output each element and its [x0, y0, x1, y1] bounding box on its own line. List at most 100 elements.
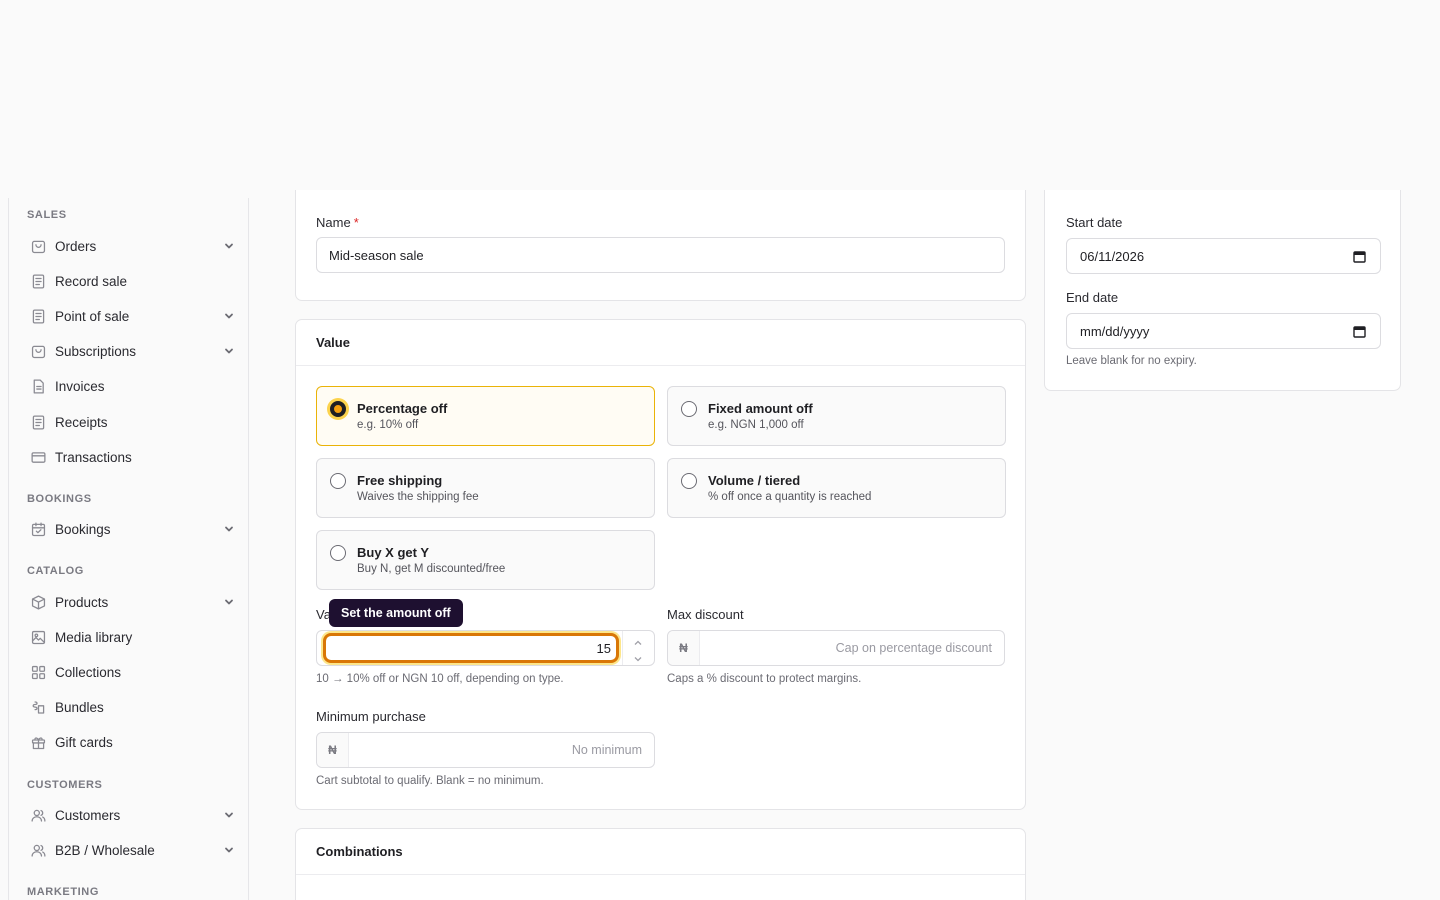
max-discount-input[interactable]: ₦ Cap on percentage discount	[667, 630, 1005, 666]
option-buy-x-get-y[interactable]: Buy X get Y Buy N, get M discounted/free	[316, 530, 655, 590]
sidebar-item-label: Bookings	[55, 521, 111, 537]
stepper-up-icon[interactable]	[633, 635, 643, 645]
option-title: Buy X get Y	[357, 545, 430, 560]
required-marker: *	[353, 215, 359, 230]
sidebar-item-label: Gift cards	[55, 734, 113, 750]
option-percentage-off[interactable]: Percentage off e.g. 10% off	[316, 386, 655, 446]
sidebar-item-media-library[interactable]: Media library	[23, 622, 237, 652]
option-subtitle: e.g. 10% off	[357, 419, 419, 431]
sidebar-item-label: Bundles	[55, 699, 104, 715]
value-card-header: Value	[296, 320, 1025, 366]
sidebar-item-label: Media library	[55, 629, 133, 645]
sidebar-item-bookings[interactable]: Bookings	[23, 514, 237, 544]
option-title: Fixed amount off	[708, 401, 813, 416]
option-title: Percentage off	[357, 401, 448, 416]
option-title: Free shipping	[357, 473, 443, 488]
combinations-card-title: Combinations	[316, 844, 403, 859]
name-label-text: Name	[316, 215, 351, 230]
option-title: Volume / tiered	[708, 473, 801, 488]
box-icon	[28, 592, 48, 612]
option-volume-tiered[interactable]: Volume / tiered % off once a quantity is…	[667, 458, 1006, 518]
name-input[interactable]	[316, 237, 1005, 273]
option-subtitle: Waives the shipping fee	[357, 491, 479, 503]
value-stepper[interactable]	[622, 631, 654, 665]
calendar-icon	[28, 519, 48, 539]
nav-section-marketing: MARKETING	[27, 886, 100, 898]
details-card: Name *	[295, 190, 1026, 301]
combinations-card-header: Combinations	[296, 829, 1025, 875]
sidebar-item-b2b-wholesale[interactable]: B2B / Wholesale	[23, 835, 237, 865]
value-input-focus-ring[interactable]: 15	[323, 633, 619, 663]
calendar-icon[interactable]	[1353, 250, 1366, 263]
chevron-down-icon[interactable]	[221, 807, 237, 823]
max-discount-placeholder: Cap on percentage discount	[835, 641, 992, 655]
minimum-purchase-input[interactable]: ₦ No minimum	[316, 732, 655, 768]
sidebar-item-label: Collections	[55, 664, 122, 680]
sidebar-item-collections[interactable]: Collections	[23, 657, 237, 687]
chevron-down-icon[interactable]	[221, 343, 237, 359]
calendar-icon[interactable]	[1353, 325, 1366, 338]
radio-button[interactable]	[681, 473, 697, 489]
radio-button[interactable]	[681, 401, 697, 417]
max-discount-label: Max discount	[667, 607, 744, 622]
nav-section-bookings: BOOKINGS	[27, 493, 92, 505]
chevron-down-icon[interactable]	[221, 238, 237, 254]
receipt-icon	[28, 412, 48, 432]
chevron-down-icon[interactable]	[221, 594, 237, 610]
chevron-down-icon[interactable]	[221, 521, 237, 537]
radio-button[interactable]	[330, 545, 346, 561]
sidebar-item-products[interactable]: Products	[23, 587, 237, 617]
value-help-text: 10 → 10% off or NGN 10 off, depending on…	[316, 673, 564, 685]
sidebar-item-label: Transactions	[55, 449, 132, 465]
minimum-purchase-help-text: Cart subtotal to qualify. Blank = no min…	[316, 775, 544, 787]
sidebar-item-receipts[interactable]: Receipts	[23, 407, 237, 437]
sidebar-item-label: Invoices	[55, 378, 105, 394]
sidebar-item-customers[interactable]: Customers	[23, 800, 237, 830]
option-fixed-amount-off[interactable]: Fixed amount off e.g. NGN 1,000 off	[667, 386, 1006, 446]
value-number-input[interactable]: 15	[316, 630, 655, 666]
sidebar-item-label: Record sale	[55, 273, 128, 289]
schedule-card: Start date 06/11/2026 End date mm/dd/yyy…	[1044, 190, 1401, 391]
sidebar-item-orders[interactable]: Orders	[23, 231, 237, 261]
receipt-icon	[28, 306, 48, 326]
sidebar-item-transactions[interactable]: Transactions	[23, 442, 237, 472]
chevron-down-icon[interactable]	[221, 842, 237, 858]
start-date-input[interactable]: 06/11/2026	[1066, 238, 1381, 274]
value-card-title: Value	[316, 335, 350, 350]
naira-prefix: ₦	[668, 631, 700, 665]
stepper-down-icon[interactable]	[633, 651, 643, 662]
gift-icon	[28, 732, 48, 752]
sidebar-item-invoices[interactable]: Invoices	[23, 371, 237, 401]
end-date-input[interactable]: mm/dd/yyyy	[1066, 313, 1381, 349]
start-date-value: 06/11/2026	[1080, 248, 1145, 264]
nav-section-catalog: CATALOG	[27, 565, 84, 577]
radio-button[interactable]	[330, 473, 346, 489]
sidebar-item-label: Subscriptions	[55, 343, 137, 359]
credit-card-icon	[28, 447, 48, 467]
bag-icon	[28, 236, 48, 256]
chevron-down-icon[interactable]	[221, 308, 237, 324]
sidebar-item-bundles[interactable]: Bundles	[23, 692, 237, 722]
sidebar-item-gift-cards[interactable]: Gift cards	[23, 727, 237, 757]
sidebar-item-label: Orders	[55, 238, 97, 254]
nav-section-sales: SALES	[27, 209, 67, 221]
minimum-purchase-placeholder: No minimum	[571, 743, 642, 757]
option-subtitle: % off once a quantity is reached	[708, 491, 872, 503]
sidebar-item-subscriptions[interactable]: Subscriptions	[23, 336, 237, 366]
minimum-purchase-label: Minimum purchase	[316, 709, 426, 724]
option-subtitle: e.g. NGN 1,000 off	[708, 419, 804, 431]
naira-prefix: ₦	[317, 733, 349, 767]
sidebar-item-label: Customers	[55, 807, 121, 823]
value-tooltip: Set the amount off	[329, 599, 463, 627]
sidebar-item-label: B2B / Wholesale	[55, 842, 155, 858]
grid-icon	[28, 662, 48, 682]
option-subtitle: Buy N, get M discounted/free	[357, 563, 506, 575]
users-icon	[28, 840, 48, 860]
name-label: Name *	[316, 215, 359, 230]
option-free-shipping[interactable]: Free shipping Waives the shipping fee	[316, 458, 655, 518]
sidebar-item-point-of-sale[interactable]: Point of sale	[23, 301, 237, 331]
end-date-help-text: Leave blank for no expiry.	[1066, 355, 1197, 367]
combinations-card: Combinations	[295, 828, 1026, 900]
sidebar-item-record-sale[interactable]: Record sale	[23, 266, 237, 296]
radio-button-selected[interactable]	[330, 401, 346, 417]
